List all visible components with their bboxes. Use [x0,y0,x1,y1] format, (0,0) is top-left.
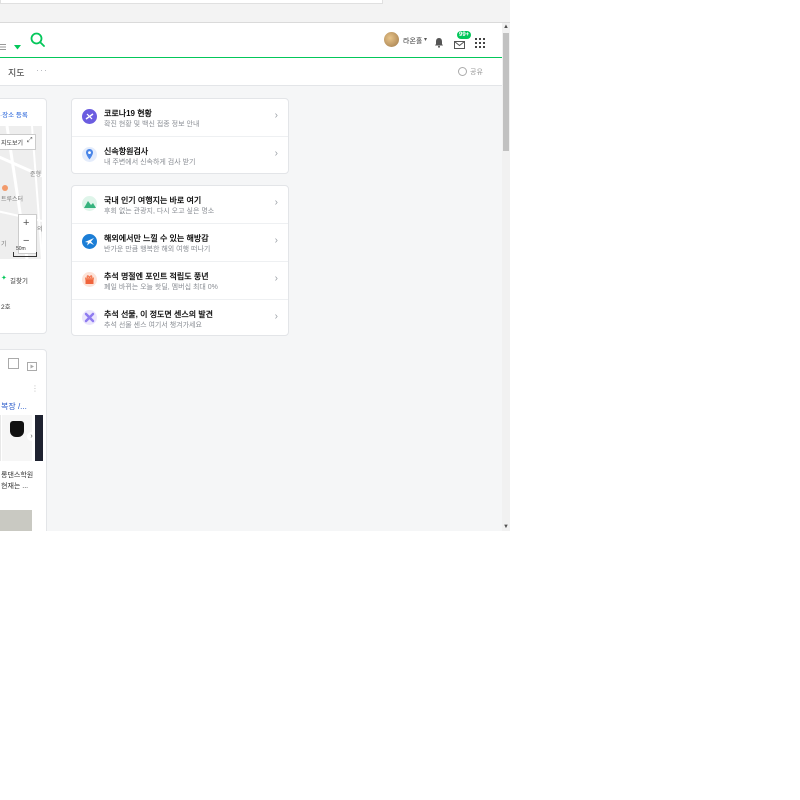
directions-icon: ✦ [1,275,7,282]
map-label: 준형 [30,172,42,178]
covid-info-card: 코로나19 현황 확진 현황 및 백신 접종 정보 안내 › 신속항원검사 내 … [71,98,289,174]
location-pin-icon [82,147,97,162]
list-item[interactable]: 코로나19 현황 확진 현황 및 백신 접종 정보 안내 › [72,99,288,137]
list-item[interactable]: 국내 인기 여행지는 바로 여기 후회 없는 관광지, 다시 오고 싶은 명소 … [72,186,288,224]
mini-map[interactable]: 지도보기 ⤢ 준형 트루스터 의 기 + − 50m [0,126,43,259]
item-title: 추석 선물, 이 정도면 센스의 발견 [104,310,214,319]
item-title: 코로나19 현황 [104,109,152,118]
tab-map[interactable]: 지도 [8,66,25,79]
dropdown-caret-icon[interactable] [14,37,21,55]
feed-list-icon[interactable] [8,358,19,369]
item-subtitle: 추석 선물 센스 여기서 챙겨가세요 [104,322,202,329]
mountain-icon [82,196,97,211]
map-label: 의 [37,227,43,233]
feed-thumbnail[interactable] [0,415,1,461]
map-label: 트루스터 [1,197,24,203]
item-subtitle: 내 주변에서 신속하게 검사 받기 [104,159,196,166]
browser-viewport: 라온홀 ▾ 99+ 지도 ··· 공유 ·장소 등록 지도보기 ⤢ 준형 트루스… [0,0,510,531]
item-subtitle: 반가운 만큼 행복한 해외 여행 떠나기 [104,246,211,253]
share-label: 공유 [470,69,483,76]
user-caret-icon: ▾ [424,37,428,43]
ribbon-icon [82,310,97,325]
chevron-right-icon: › [274,235,278,246]
share-icon [458,67,467,76]
scrollbar-thumb[interactable] [503,33,509,151]
map-scale: 50m [13,246,37,257]
item-title: 해외에서만 느낄 수 있는 해방감 [104,234,209,243]
item-subtitle: 확진 현황 및 백신 접종 정보 안내 [104,121,200,128]
item-title: 국내 인기 여행지는 바로 여기 [104,196,202,205]
map-fullview-label: 지도보기 [1,141,24,147]
covid-icon [82,109,97,124]
feed-caption: 현재는 ... [1,483,29,490]
list-item[interactable]: 추석 선물, 이 정도면 센스의 발견 추석 선물 센스 여기서 챙겨가세요 › [72,300,288,337]
chevron-right-icon: › [274,110,278,121]
address-bar-edge[interactable] [0,0,383,4]
feed-post-title[interactable]: 복장 /... [1,401,27,412]
list-item[interactable]: 추석 명절엔 포인트 적립도 풍년 폐일 바뀌는 오늘 핫딜, 멤버십 최대 0… [72,262,288,300]
expand-icon: ⤢ [27,137,33,144]
place-card: ·장소 등록 지도보기 ⤢ 준형 트루스터 의 기 + − 50m ✦ 길찾기 … [0,98,47,334]
list-item[interactable]: 해외에서만 느낄 수 있는 해방감 반가운 만큼 행복한 해외 여행 떠나기 › [72,224,288,262]
gift-icon [82,272,97,287]
map-label: 기 [1,242,7,248]
chevron-right-icon: › [274,148,278,159]
search-icon[interactable] [30,32,45,52]
avatar [384,32,399,47]
item-subtitle: 후회 없는 관광지, 다시 오고 싶은 명소 [104,208,215,215]
kebab-menu-icon[interactable]: ⋮ [31,384,39,393]
address-text: 2호 [1,304,11,311]
map-fullview-button[interactable]: 지도보기 ⤢ [0,134,36,150]
feed-image[interactable] [0,510,32,531]
video-icon[interactable] [27,358,37,376]
browser-top-strip [0,0,510,23]
username-label: 라온홀 [403,38,423,45]
map-scale-label: 50m [16,246,26,252]
feed-thumbnail[interactable] [35,415,43,461]
chevron-right-icon: › [274,311,278,322]
menu-lines-icon[interactable] [0,37,6,50]
item-subtitle: 폐일 바뀌는 오늘 핫딜, 멤버십 최대 0% [104,284,218,291]
more-dots-button[interactable]: ··· [36,65,48,75]
vertical-scrollbar[interactable]: ▲ ▼ [502,23,510,531]
scroll-up-arrow-icon[interactable]: ▲ [502,23,510,31]
feed-card: ⋮ 복장 /... › 롱댄스학원 현재는 ... [0,349,47,531]
top-header: 라온홀 ▾ 99+ [0,23,502,58]
item-title: 추석 명절엔 포인트 적립도 풍년 [104,272,209,281]
register-place-link[interactable]: ·장소 등록 [0,109,28,119]
airplane-icon [82,234,97,249]
recommend-card: 국내 인기 여행지는 바로 여기 후회 없는 관광지, 다시 오고 싶은 명소 … [71,185,289,336]
sub-navigation: 지도 ··· 공유 [0,58,502,86]
clothing-image [10,421,24,437]
chevron-right-icon: › [274,273,278,284]
zoom-in-button[interactable]: + [23,217,29,229]
bell-icon[interactable] [434,35,444,53]
mail-count-badge: 99+ [457,31,472,39]
app-grid-icon[interactable] [475,35,485,53]
directions-label: 길찾기 [10,278,28,285]
chevron-right-icon: › [274,197,278,208]
list-item[interactable]: 신속항원검사 내 주변에서 신속하게 검사 받기 › [72,137,288,174]
scroll-down-arrow-icon[interactable]: ▼ [502,523,510,531]
feed-caption: 롱댄스학원 [1,472,34,479]
item-title: 신속항원검사 [104,147,149,156]
